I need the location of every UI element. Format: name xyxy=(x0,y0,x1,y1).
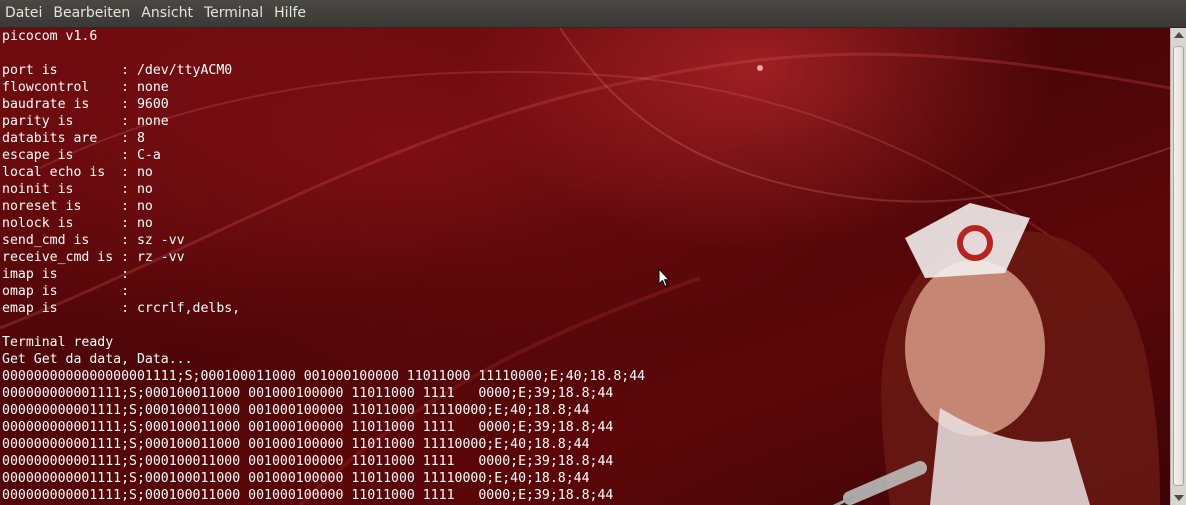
menu-bearbeiten[interactable]: Bearbeiten xyxy=(48,0,136,27)
terminal-line: 0000000000000000001111;S;000100011000 00… xyxy=(2,369,646,384)
terminal-line: parity is : none xyxy=(2,114,169,129)
terminal-line: escape is : C-a xyxy=(2,148,161,163)
terminal-area[interactable]: picocom v1.6 port is : /dev/ttyACM0 flowco… xyxy=(0,28,1170,505)
terminal-output: picocom v1.6 port is : /dev/ttyACM0 flowco… xyxy=(2,28,645,504)
terminal-line: nolock is : no xyxy=(2,216,153,231)
menu-hilfe[interactable]: Hilfe xyxy=(269,0,312,27)
scroll-down-arrow-icon[interactable] xyxy=(1174,495,1184,501)
terminal-line: flowcontrol : none xyxy=(2,80,169,95)
terminal-line: noinit is : no xyxy=(2,182,153,197)
terminal-line: 000000000001111;S;000100011000 001000100… xyxy=(2,454,614,469)
terminal-line: 000000000001111;S;000100011000 001000100… xyxy=(2,403,590,418)
terminal-line: local echo is : no xyxy=(2,165,153,180)
terminal-line: noreset is : no xyxy=(2,199,153,214)
menu-datei[interactable]: Datei xyxy=(0,0,48,27)
terminal-line: 000000000001111;S;000100011000 001000100… xyxy=(2,386,614,401)
terminal-line: databits are : 8 xyxy=(2,131,145,146)
terminal-line: 000000000001111;S;000100011000 001000100… xyxy=(2,488,614,503)
terminal-line: picocom v1.6 xyxy=(2,29,98,44)
background-figure xyxy=(832,203,1160,505)
terminal-line: emap is : crcrlf,delbs, xyxy=(2,301,241,316)
menu-bar: Datei Bearbeiten Ansicht Terminal Hilfe xyxy=(0,0,1186,28)
mouse-pointer-icon xyxy=(658,268,670,288)
terminal-line: port is : /dev/ttyACM0 xyxy=(2,63,233,78)
menu-terminal[interactable]: Terminal xyxy=(199,0,269,27)
terminal-line: 000000000001111;S;000100011000 001000100… xyxy=(2,437,590,452)
menu-ansicht[interactable]: Ansicht xyxy=(136,0,199,27)
terminal-line: imap is : xyxy=(2,267,130,282)
terminal-line: Get Get da data, Data... xyxy=(2,352,193,367)
vertical-scrollbar[interactable] xyxy=(1170,28,1186,505)
terminal-line: omap is : xyxy=(2,284,130,299)
scroll-thumb[interactable] xyxy=(1173,46,1184,486)
terminal-line: 000000000001111;S;000100011000 001000100… xyxy=(2,420,614,435)
terminal-line: Terminal ready xyxy=(2,335,114,350)
terminal-line: baudrate is : 9600 xyxy=(2,97,169,112)
terminal-line: send_cmd is : sz -vv xyxy=(2,233,185,248)
scroll-up-arrow-icon[interactable] xyxy=(1174,32,1184,38)
terminal-line: receive_cmd is : rz -vv xyxy=(2,250,185,265)
terminal-line: 000000000001111;S;000100011000 001000100… xyxy=(2,471,590,486)
